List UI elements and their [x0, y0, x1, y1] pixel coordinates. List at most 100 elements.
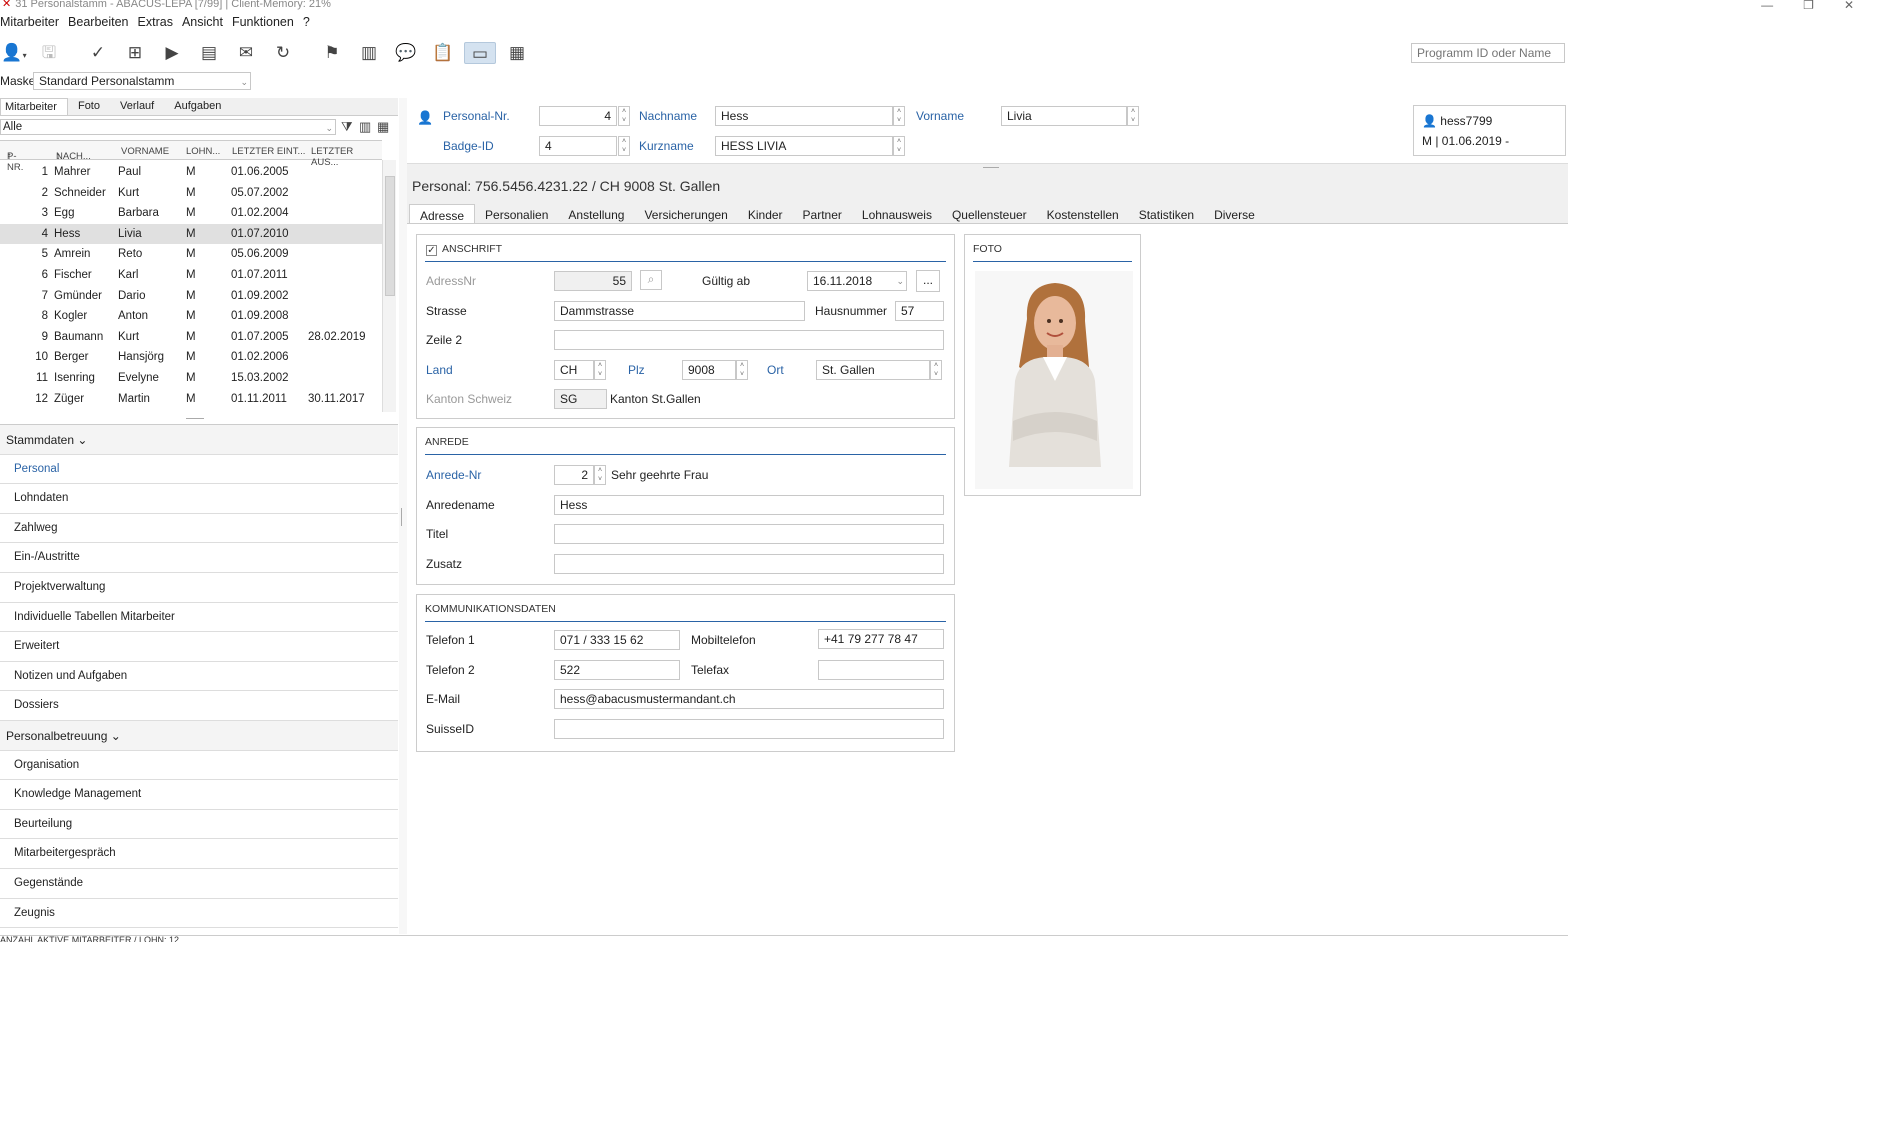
grid-scrollbar[interactable] — [382, 160, 396, 412]
vorname-spinner[interactable]: ˄ ˅ — [1127, 106, 1139, 126]
signpost-icon[interactable]: ⚑ — [321, 42, 343, 64]
save-icon[interactable]: 🖫 — [38, 42, 60, 64]
personal-nr-spinner[interactable]: ˄ ˅ — [618, 106, 630, 126]
detail-tab[interactable]: Lohnausweis — [852, 204, 942, 223]
telefax-field[interactable] — [818, 660, 944, 680]
nav-group-header[interactable]: Stammdaten ⌄ — [0, 425, 398, 455]
col-lohn[interactable]: LOHN... — [186, 146, 220, 157]
col-vorname[interactable]: VORNAME — [121, 146, 169, 157]
zeile2-field[interactable] — [554, 330, 944, 350]
menu-funktionen[interactable]: Funktionen — [232, 13, 294, 33]
table-row[interactable]: 11 Isenring Evelyne M 15.03.2002 — [0, 368, 382, 389]
header-splitter[interactable] — [983, 167, 999, 168]
kurzname-field[interactable]: HESS LIVIA — [715, 136, 893, 156]
scroll-thumb[interactable] — [385, 176, 395, 296]
anrede-nr-spinner[interactable]: ˄ ˅ — [594, 465, 606, 485]
filter-select[interactable]: Alle ⌄ — [0, 119, 336, 135]
nav-item[interactable]: Erweitert — [0, 632, 398, 662]
close-icon[interactable]: ✕ — [2, 0, 11, 10]
more-button[interactable]: ... — [916, 270, 940, 292]
telefon2-field[interactable]: 522 — [554, 660, 680, 680]
anschrift-checkbox[interactable]: ✓ — [426, 245, 437, 256]
program-search-input[interactable] — [1411, 43, 1565, 63]
nav-item[interactable]: Dossiers — [0, 691, 398, 721]
detail-tab[interactable]: Partner — [793, 204, 852, 223]
tab-verlauf[interactable]: Verlauf — [110, 98, 164, 115]
nav-item[interactable]: Ein-/Austritte — [0, 543, 398, 573]
table-row[interactable]: 7 Gmünder Dario M 01.09.2002 — [0, 286, 382, 307]
filter-icon[interactable]: ⧩ — [341, 119, 353, 135]
close-window-button[interactable]: ✕ — [1844, 0, 1884, 12]
nav-item[interactable]: Beurteilung — [0, 810, 398, 840]
table-row[interactable]: 5 Amrein Reto M 05.06.2009 — [0, 244, 382, 265]
menu-mitarbeiter[interactable]: Mitarbeiter — [0, 13, 59, 33]
nav-item[interactable]: Gegenstände — [0, 869, 398, 899]
kurzname-spinner[interactable]: ˄ ˅ — [893, 136, 905, 156]
chat-icon[interactable]: 💬 — [395, 42, 417, 64]
strasse-field[interactable]: Dammstrasse — [554, 301, 805, 321]
menu-help[interactable]: ? — [303, 13, 310, 33]
nav-item[interactable]: Mitarbeitergespräch — [0, 839, 398, 869]
nav-group-header[interactable]: Personalbetreuung ⌄ — [0, 720, 398, 751]
tab-aufgaben[interactable]: Aufgaben — [164, 98, 231, 115]
nav-item[interactable]: Personal — [0, 455, 398, 485]
nav-item[interactable]: Knowledge Management — [0, 780, 398, 810]
detail-tab[interactable]: Personalien — [475, 204, 558, 223]
nav-item[interactable]: Zeugnis — [0, 899, 398, 929]
mobil-field[interactable]: +41 79 277 78 47 — [818, 629, 944, 649]
table-row[interactable]: 2 Schneider Kurt M 05.07.2002 — [0, 183, 382, 204]
minimize-button[interactable]: — — [1761, 0, 1803, 12]
ort-field[interactable]: St. Gallen — [816, 360, 930, 380]
detail-tab[interactable]: Statistiken — [1129, 204, 1204, 223]
table-row[interactable]: 12 Züger Martin M 01.11.2011 30.11.2017 — [0, 389, 382, 410]
detail-tab[interactable]: Diverse — [1204, 204, 1265, 223]
plz-field[interactable]: 9008 — [682, 360, 736, 380]
nav-item[interactable]: Notizen und Aufgaben — [0, 662, 398, 692]
telefon1-field[interactable]: 071 / 333 15 62 — [554, 630, 680, 650]
menu-bearbeiten[interactable]: Bearbeiten — [68, 13, 128, 33]
ort-spinner[interactable]: ˄ ˅ — [930, 360, 942, 380]
hausnr-field[interactable]: 57 — [895, 301, 944, 321]
check-icon[interactable]: ✓ — [87, 42, 109, 64]
zusatz-field[interactable] — [554, 554, 944, 574]
columns-icon[interactable]: ▥ — [359, 119, 371, 135]
clipboard-icon[interactable]: 📋 — [432, 42, 454, 64]
tree-icon[interactable]: ⊞ — [124, 42, 146, 64]
col-letzter-eintritt[interactable]: LETZTER EINT... — [232, 146, 305, 157]
titel-field[interactable] — [554, 524, 944, 544]
detail-tab[interactable]: Adresse — [409, 204, 476, 223]
suisseid-field[interactable] — [554, 719, 944, 739]
barcode-icon[interactable]: ▥ — [358, 42, 380, 64]
table-row[interactable]: 1 Mahrer Paul M 01.06.2005 — [0, 162, 382, 183]
maximize-button[interactable]: ❐ — [1803, 0, 1844, 12]
menu-extras[interactable]: Extras — [138, 13, 173, 33]
detail-tab[interactable]: Versicherungen — [634, 204, 737, 223]
badge-spinner[interactable]: ˄ ˅ — [618, 136, 630, 156]
nav-item[interactable]: Organisation — [0, 751, 398, 781]
vertical-splitter[interactable] — [399, 98, 407, 934]
detail-tab[interactable]: Anstellung — [558, 204, 634, 223]
tab-mitarbeiter[interactable]: Mitarbeiter — [0, 98, 68, 115]
land-field[interactable]: CH — [554, 360, 594, 380]
detail-tab[interactable]: Kinder — [738, 204, 793, 223]
mask-select[interactable]: Standard Personalstamm ⌄ — [33, 72, 251, 90]
window-icon[interactable]: ▭ — [464, 42, 496, 64]
refresh-icon[interactable]: ↻ — [272, 42, 294, 64]
nav-item[interactable]: Lohndaten — [0, 484, 398, 514]
gueltig-field[interactable]: 16.11.2018 ⌄ — [807, 271, 907, 291]
nav-item[interactable]: Projektverwaltung — [0, 573, 398, 603]
tab-foto[interactable]: Foto — [68, 98, 110, 115]
nachname-spinner[interactable]: ˄ ˅ — [893, 106, 905, 126]
add-user-icon[interactable]: 👤▾ — [0, 42, 28, 64]
badge-field[interactable]: 4 — [539, 136, 617, 156]
anredename-field[interactable]: Hess — [554, 495, 944, 515]
table-row[interactable]: 3 Egg Barbara M 01.02.2004 — [0, 203, 382, 224]
vorname-field[interactable]: Livia — [1001, 106, 1127, 126]
layout-icon[interactable]: ▦ — [506, 42, 528, 64]
anrede-nr-field[interactable]: 2 — [554, 465, 594, 485]
email-field[interactable]: hess@abacusmustermandant.ch — [554, 689, 944, 709]
table-row[interactable]: 10 Berger Hansjörg M 01.02.2006 — [0, 347, 382, 368]
list-icon[interactable]: ▤ — [198, 42, 220, 64]
search-icon[interactable]: ⌕ — [640, 270, 662, 290]
land-spinner[interactable]: ˄ ˅ — [594, 360, 606, 380]
